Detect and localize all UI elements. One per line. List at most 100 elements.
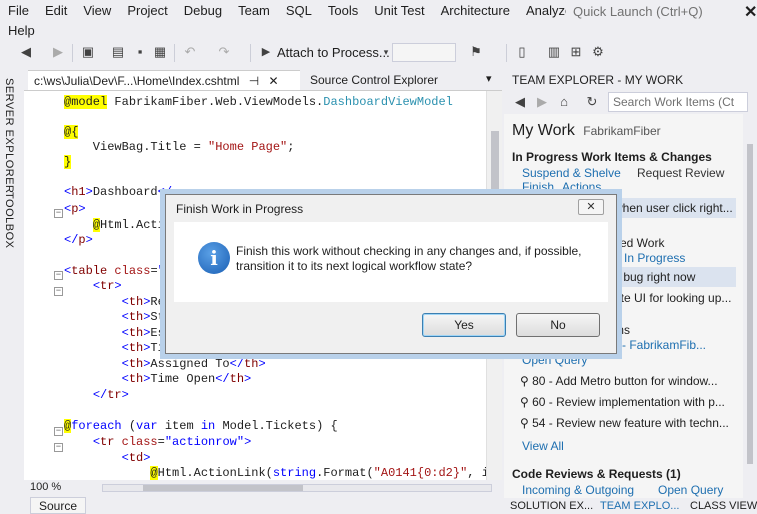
back-navigation-icon[interactable]: ◀ — [18, 44, 34, 60]
work-item[interactable]: ⚲ 60 - Review implementation with p... — [520, 395, 725, 409]
code-line[interactable]: <p> — [64, 202, 86, 217]
attach-to-process-button[interactable]: Attach to Process... — [277, 45, 390, 60]
close-tab-icon[interactable]: ✕ — [269, 74, 279, 88]
code-line[interactable]: <th>Ref — [64, 295, 172, 310]
menu-item-file[interactable]: File — [0, 3, 37, 18]
forward-navigation-icon[interactable]: ▶ — [50, 44, 66, 60]
collapse-toggle-icon[interactable]: − — [54, 443, 63, 452]
find-icon[interactable]: ⚑ — [468, 44, 484, 60]
incoming-outgoing-link[interactable]: Incoming & Outgoing — [522, 483, 634, 497]
code-line[interactable]: @Html.Actio — [64, 218, 172, 233]
code-line[interactable]: <th>Assigned To</th> — [64, 357, 266, 372]
tab-index-cshtml[interactable]: c:\ws\Julia\Dev\F...\Home\Index.cshtml ⊣… — [28, 70, 300, 90]
code-line[interactable]: <tr class="actionrow"> — [64, 435, 251, 450]
tab-overflow-icon[interactable]: ▾ — [486, 72, 492, 85]
menu-item-team[interactable]: Team — [230, 3, 278, 18]
menu-item-sql[interactable]: SQL — [278, 3, 320, 18]
menu-item-help[interactable]: Help — [0, 23, 43, 38]
te-forward-icon[interactable]: ▶ — [534, 94, 550, 110]
code-line[interactable]: <td> — [64, 451, 151, 466]
undo-icon[interactable]: ↶ — [182, 44, 198, 60]
code-line[interactable]: @{ — [64, 125, 79, 140]
query-selector[interactable]: - FabrikamFib... — [622, 338, 706, 352]
team-explorer-tab[interactable]: TEAM EXPLO... — [600, 500, 679, 512]
collapse-toggle-icon[interactable]: − — [54, 427, 63, 436]
server-explorer-tab[interactable]: SERVER EXPLORER — [3, 78, 15, 194]
editor-horizontal-scrollbar[interactable] — [102, 484, 492, 492]
open-query-link[interactable]: Open Query — [522, 353, 587, 367]
code-line[interactable]: ViewBag.Title = "Home Page"; — [64, 140, 295, 155]
collapse-toggle-icon[interactable]: − — [54, 209, 63, 218]
open-query-link-reviews[interactable]: Open Query — [658, 483, 723, 497]
request-review-link[interactable]: Request Review — [637, 166, 724, 180]
code-line[interactable]: <h1>Dashboard</ — [64, 185, 172, 200]
menu-item-tools[interactable]: Tools — [320, 3, 366, 18]
redo-icon[interactable]: ↷ — [216, 44, 232, 60]
collapse-toggle-icon[interactable]: − — [54, 271, 63, 280]
code-line[interactable]: </p> — [64, 233, 93, 248]
menu-item-debug[interactable]: Debug — [176, 3, 230, 18]
code-line[interactable]: <th>Time Open</th> — [64, 372, 252, 387]
project-name[interactable]: FabrikamFiber — [583, 124, 660, 138]
team-icon[interactable]: ⚙ — [590, 44, 606, 60]
suspended-in-progress-link[interactable]: h In Progress — [614, 251, 685, 265]
new-project-icon[interactable]: ▣ — [80, 44, 96, 60]
menu-item-view[interactable]: View — [75, 3, 119, 18]
code-line[interactable]: @foreach (var item in Model.Tickets) { — [64, 419, 338, 434]
code-line[interactable]: </tr> — [64, 388, 129, 403]
refresh-icon[interactable]: ↻ — [584, 94, 600, 110]
save-all-icon[interactable]: ▦ — [152, 44, 168, 60]
suspend-shelve-link[interactable]: Suspend & Shelve — [522, 166, 621, 180]
quick-launch-input[interactable]: Quick Launch (Ctrl+Q) — [566, 1, 750, 22]
pin-icon[interactable]: ⊣ — [249, 74, 259, 88]
in-progress-item[interactable]: when user click right... — [614, 201, 733, 215]
editor-scroll-thumb[interactable] — [491, 131, 499, 191]
work-item[interactable]: ⚲ 80 - Add Metro button for window... — [520, 374, 718, 388]
team-explorer-scroll-thumb[interactable] — [747, 144, 753, 464]
tab-source-control-explorer[interactable]: Source Control Explorer — [304, 70, 444, 90]
no-button[interactable]: No — [516, 313, 600, 337]
document-outline-icon[interactable]: ▯ — [514, 44, 530, 60]
code-line[interactable]: @model FabrikamFiber.Web.ViewModels.Dash… — [64, 95, 453, 110]
suspended-work-section-header[interactable]: ved Work — [614, 236, 664, 250]
solution-explorer-tab[interactable]: SOLUTION EX... — [510, 500, 593, 512]
in-progress-section-header[interactable]: In Progress Work Items & Changes — [512, 150, 712, 164]
start-debug-icon[interactable]: ▶ — [258, 44, 274, 60]
code-line[interactable]: <th>Tit — [64, 341, 172, 356]
solution-configuration-combo[interactable] — [392, 43, 456, 62]
zoom-level-combo[interactable]: 100 % — [30, 481, 61, 493]
horizontal-scroll-thumb[interactable] — [143, 485, 303, 491]
home-icon[interactable]: ⌂ — [556, 94, 572, 110]
view-all-link[interactable]: View All — [522, 439, 564, 453]
save-icon[interactable]: ▪ — [132, 44, 148, 60]
class-view-tab[interactable]: CLASS VIEW — [690, 500, 757, 512]
comment-icon[interactable]: ▥ — [546, 44, 562, 60]
toolbox-tab[interactable]: TOOLBOX — [3, 192, 15, 248]
actions-link[interactable]: Actions — [562, 180, 601, 194]
suspended-item[interactable]: ate UI for looking up... — [614, 291, 731, 305]
te-back-icon[interactable]: ◀ — [512, 94, 528, 110]
source-view-tab[interactable]: Source — [30, 497, 87, 514]
code-line[interactable]: } — [64, 155, 72, 170]
finish-link[interactable]: Finish — [522, 180, 554, 194]
open-file-icon[interactable]: ▤ — [110, 44, 126, 60]
menu-item-project[interactable]: Project — [119, 3, 175, 18]
yes-button[interactable]: Yes — [422, 313, 506, 337]
code-line[interactable]: <table class="c — [64, 264, 172, 279]
work-item[interactable]: ⚲ 54 - Review new feature with techn... — [520, 416, 729, 430]
collapse-toggle-icon[interactable]: − — [54, 287, 63, 296]
suspended-item[interactable]: k bug right now — [614, 270, 695, 284]
menu-item-unit-test[interactable]: Unit Test — [366, 3, 432, 18]
search-work-items-input[interactable]: Search Work Items (Ct — [608, 92, 748, 112]
code-line[interactable]: <tr> — [64, 279, 122, 294]
menu-item-edit[interactable]: Edit — [37, 3, 75, 18]
dialog-close-icon[interactable]: ✕ — [578, 199, 604, 215]
code-reviews-section-header[interactable]: Code Reviews & Requests (1) — [512, 467, 681, 481]
code-line[interactable]: <th>Esc — [64, 326, 172, 341]
code-line[interactable]: @Html.ActionLink(string.Format("A0141{0:… — [64, 466, 502, 480]
bookmark-icon[interactable]: ⊞ — [568, 44, 584, 60]
code-line[interactable]: <th>Sta — [64, 310, 172, 325]
team-explorer-scrollbar[interactable] — [743, 114, 757, 498]
window-close-icon[interactable]: ✕ — [744, 2, 757, 22]
menu-item-architecture[interactable]: Architecture — [433, 3, 518, 18]
